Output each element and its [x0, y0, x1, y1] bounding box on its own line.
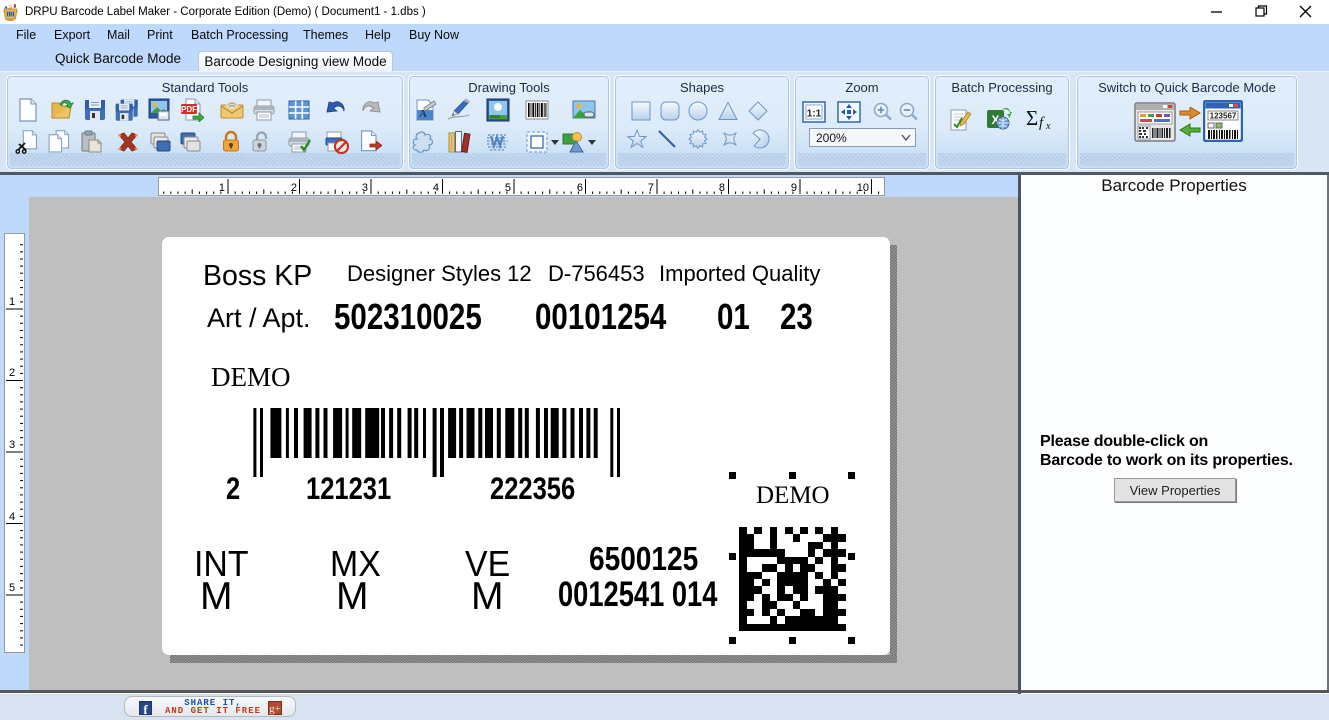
svg-text:1: 1 [9, 296, 15, 308]
svg-text:5: 5 [505, 182, 511, 194]
svg-text:f: f [1039, 115, 1045, 131]
svg-text:9: 9 [791, 182, 797, 194]
svg-text:4: 4 [433, 182, 439, 194]
svg-text:Σ: Σ [1026, 106, 1038, 130]
svg-text:5: 5 [9, 582, 15, 594]
svg-text:3: 3 [9, 439, 15, 451]
svg-text:1:1: 1:1 [807, 109, 822, 120]
svg-text:8: 8 [719, 182, 725, 194]
svg-text:2: 2 [9, 367, 15, 379]
svg-text:4: 4 [9, 511, 15, 523]
svg-text:7: 7 [648, 182, 654, 194]
svg-text:123567: 123567 [1210, 112, 1237, 121]
svg-text:1: 1 [219, 182, 225, 194]
svg-text:2: 2 [291, 182, 297, 194]
svg-text:6: 6 [577, 182, 583, 194]
svg-text:x: x [1045, 121, 1051, 132]
svg-text:3: 3 [362, 182, 368, 194]
svg-text:10: 10 [857, 182, 869, 194]
svg-text:PDF: PDF [181, 105, 197, 114]
